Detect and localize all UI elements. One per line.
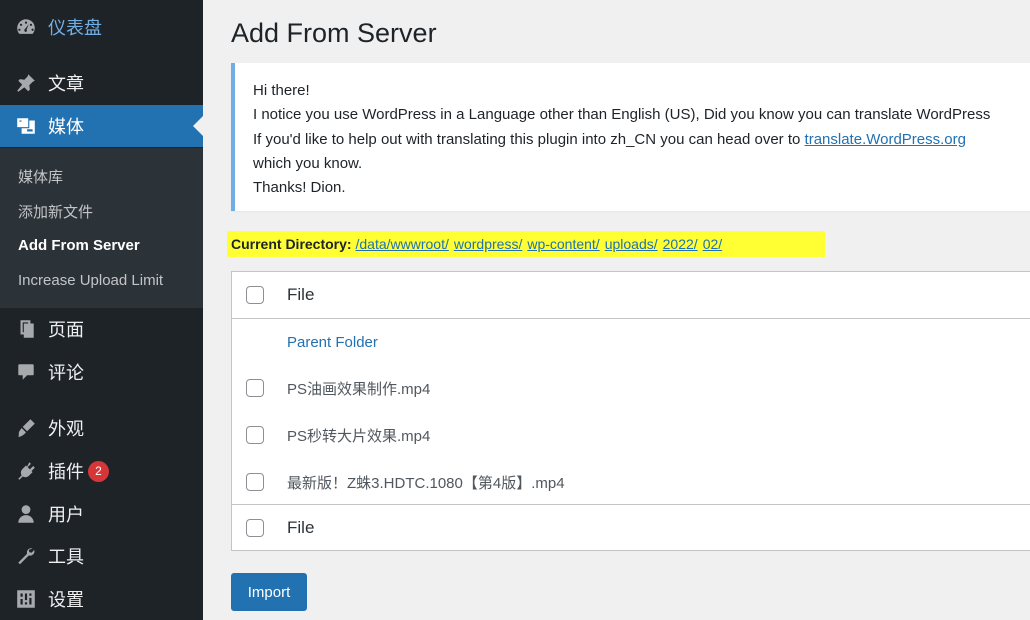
table-row: PS秒转大片效果.mp4 [232,412,1030,458]
file-name: PS秒转大片效果.mp4 [287,427,431,445]
file-checkbox[interactable] [246,426,264,444]
menu-pages[interactable]: 页面 [0,308,203,350]
menu-tools-label: 工具 [48,547,84,567]
menu-plugins[interactable]: 插件 2 [0,450,203,492]
menu-posts[interactable]: 文章 [0,62,203,104]
import-button[interactable]: Import [231,573,307,611]
menu-comments-label: 评论 [48,363,84,383]
file-name: PS油画效果制作.mp4 [287,380,431,398]
menu-users-label: 用户 [48,505,84,525]
current-directory-label: Current Directory: [231,236,352,252]
pin-icon [14,71,38,95]
menu-dashboard-label: 仪表盘 [48,18,102,38]
media-submenu: 媒体库 添加新文件 Add From Server Increase Uploa… [0,148,203,308]
current-directory: Current Directory: /data/wwwroot/wordpre… [227,231,825,257]
page-title: Add From Server [231,18,437,48]
menu-settings[interactable]: 设置 [0,578,203,620]
menu-users[interactable]: 用户 [0,493,203,535]
menu-media-label: 媒体 [48,117,84,137]
settings-icon [14,587,38,611]
notice-line-3: If you'd like to help out with translati… [253,128,1030,152]
dir-segment-wp-content[interactable]: wp-content/ [527,236,599,252]
menu-plugins-label: 插件 [48,462,84,482]
notice-line-5: Thanks! Dion. [253,179,346,197]
translate-link[interactable]: translate.WordPress.org [805,131,966,148]
column-file-footer: File [287,517,315,537]
pages-icon [14,317,38,341]
dir-segment-data-wwwroot[interactable]: /data/wwwroot/ [355,236,448,252]
menu-dashboard[interactable]: 仪表盘 [0,6,203,48]
dir-segment-2022[interactable]: 2022/ [663,236,698,252]
table-footer-row: File [232,505,1030,550]
plugin-icon [14,459,38,483]
dir-segment-02[interactable]: 02/ [703,236,722,252]
file-checkbox[interactable] [246,473,264,491]
select-all-checkbox[interactable] [246,286,264,304]
menu-pages-label: 页面 [48,320,84,340]
menu-comments[interactable]: 评论 [0,351,203,393]
menu-settings-label: 设置 [48,590,84,610]
comment-icon [14,360,38,384]
main-content: Add From Server Hi there! I notice you u… [203,0,1030,620]
admin-sidebar: 仪表盘 文章 媒体 媒体库 添加新文件 Add From Server Incr… [0,0,203,620]
menu-appearance[interactable]: 外观 [0,407,203,449]
dir-segment-wordpress[interactable]: wordpress/ [454,236,522,252]
file-name: 最新版！Z蛛3.HDTC.1080【第4版】.mp4 [287,474,565,492]
notice-line-3-text: If you'd like to help out with translati… [253,130,805,148]
table-header-row: File [232,272,1030,318]
table-row: 最新版！Z蛛3.HDTC.1080【第4版】.mp4 [232,459,1030,505]
file-checkbox[interactable] [246,379,264,397]
notice-line-4: which you know. [253,154,363,172]
submenu-add-from-server[interactable]: Add From Server [18,237,140,254]
menu-tools[interactable]: 工具 [0,535,203,577]
media-icon [14,114,38,138]
table-row: PS油画效果制作.mp4 [232,365,1030,411]
submenu-media-library[interactable]: 媒体库 [18,166,63,187]
column-file-header: File [287,285,315,304]
submenu-add-new[interactable]: 添加新文件 [18,201,93,222]
parent-folder-link[interactable]: Parent Folder [287,334,378,351]
submenu-increase-upload-limit[interactable]: Increase Upload Limit [18,272,163,289]
user-icon [14,502,38,526]
file-table: File Parent Folder PS油画效果制作.mp4 PS秒转大片效果… [231,271,1030,551]
translation-notice: Hi there! I notice you use WordPress in … [231,63,1030,211]
dir-segment-uploads[interactable]: uploads/ [605,236,658,252]
wrench-icon [14,544,38,568]
notice-line-2: I notice you use WordPress in a Language… [253,106,991,124]
menu-posts-label: 文章 [48,74,84,94]
dashboard-icon [14,15,38,39]
select-all-footer-checkbox[interactable] [246,518,264,537]
parent-folder-row: Parent Folder [232,319,1030,365]
brush-icon [14,416,38,440]
plugins-update-badge: 2 [88,460,109,482]
menu-appearance-label: 外观 [48,419,84,439]
notice-line-1: Hi there! [253,82,310,99]
menu-media[interactable]: 媒体 [0,105,203,147]
